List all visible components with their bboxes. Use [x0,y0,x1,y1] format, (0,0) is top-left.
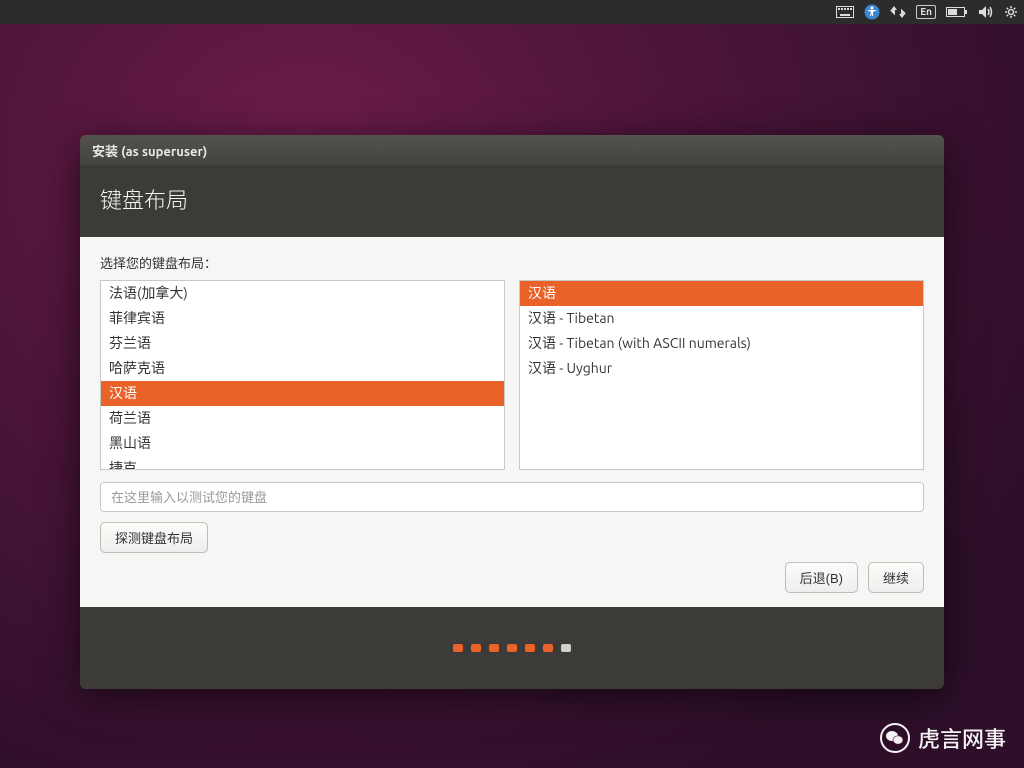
keyboard-indicator-icon[interactable] [836,6,854,18]
continue-button[interactable]: 继续 [868,562,924,593]
progress-dot [489,644,499,652]
list-item[interactable]: 黑山语 [101,431,504,456]
list-item[interactable]: 捷克 [101,456,504,470]
list-item[interactable]: 荷兰语 [101,406,504,431]
prompt-label: 选择您的键盘布局： [100,253,924,272]
list-item[interactable]: 汉语 [520,281,923,306]
system-topbar: En [0,0,1024,24]
list-item[interactable]: 法语(加拿大) [101,281,504,306]
list-item[interactable]: 汉语 - Tibetan [520,306,923,331]
watermark-text: 虎言网事 [918,722,1006,754]
window-title: 安装 (as superuser) [92,141,207,160]
list-item[interactable]: 哈萨克语 [101,356,504,381]
watermark: 虎言网事 [880,722,1006,754]
progress-footer [80,607,944,689]
volume-icon[interactable] [978,5,994,19]
detect-layout-button[interactable]: 探测键盘布局 [100,522,208,553]
window-titlebar[interactable]: 安装 (as superuser) [80,135,944,165]
input-method-indicator[interactable]: En [916,5,936,19]
progress-dot [507,644,517,652]
network-icon[interactable] [890,5,906,19]
progress-dot [561,644,571,652]
list-item[interactable]: 汉语 - Uyghur [520,356,923,381]
settings-gear-icon[interactable] [1004,5,1018,19]
wechat-icon [880,723,910,753]
content-area: 选择您的键盘布局： 法语(加拿大)菲律宾语芬兰语哈萨克语汉语荷兰语黑山语捷克柯尔… [80,237,944,607]
list-item[interactable]: 汉语 [101,381,504,406]
list-item[interactable]: 汉语 - Tibetan (with ASCII numerals) [520,331,923,356]
layout-lists: 法语(加拿大)菲律宾语芬兰语哈萨克语汉语荷兰语黑山语捷克柯尔克孜语(吉尔吉斯语)… [100,280,924,470]
list-item[interactable]: 菲律宾语 [101,306,504,331]
progress-dot [453,644,463,652]
list-item[interactable]: 芬兰语 [101,331,504,356]
language-listbox[interactable]: 法语(加拿大)菲律宾语芬兰语哈萨克语汉语荷兰语黑山语捷克柯尔克孜语(吉尔吉斯语) [100,280,505,470]
test-keyboard-input[interactable] [100,482,924,512]
progress-dot [471,644,481,652]
progress-dot [543,644,553,652]
variant-listbox[interactable]: 汉语汉语 - Tibetan汉语 - Tibetan (with ASCII n… [519,280,924,470]
progress-dot [525,644,535,652]
installer-window: 安装 (as superuser) 键盘布局 选择您的键盘布局： 法语(加拿大)… [80,135,944,689]
back-button[interactable]: 后退(B) [785,562,858,593]
page-heading: 键盘布局 [80,165,944,237]
accessibility-icon[interactable] [864,4,880,20]
battery-icon[interactable] [946,6,968,18]
